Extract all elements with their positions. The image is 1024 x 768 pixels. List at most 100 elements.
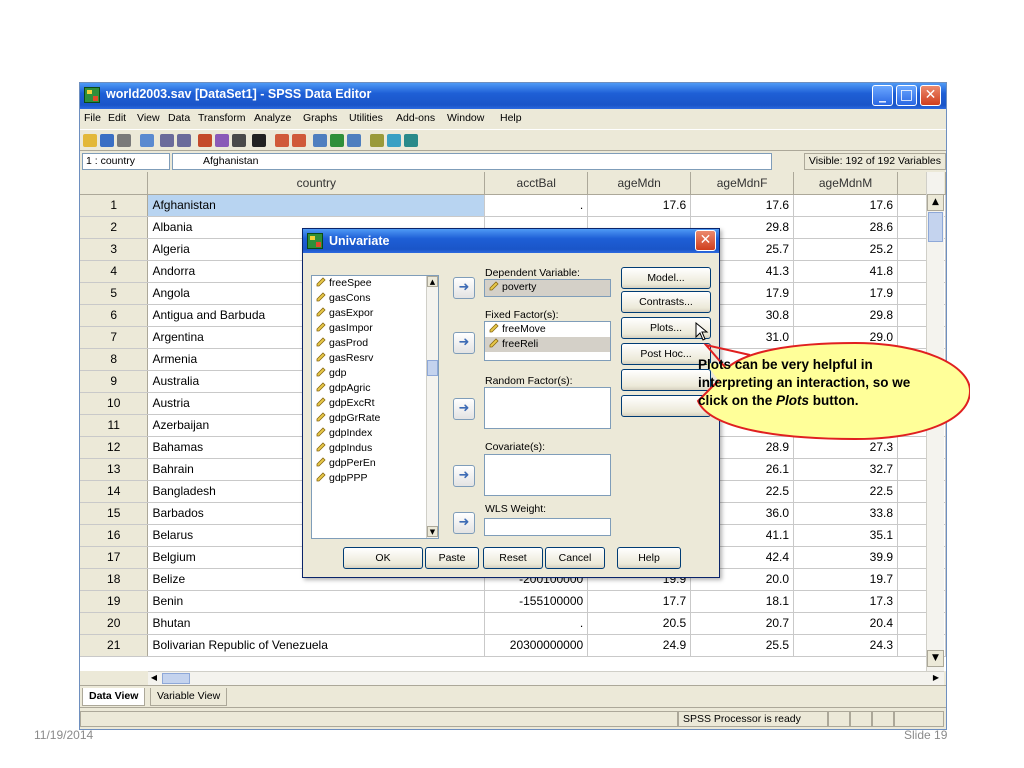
horizontal-scrollbar[interactable]: ◀ ▶ xyxy=(148,671,944,685)
variable-list-item[interactable]: gasExpor xyxy=(312,306,438,321)
cell-agemdnm[interactable]: 22.5 xyxy=(793,480,898,503)
column-header-agemdnm[interactable]: ageMdnM xyxy=(793,172,898,195)
cell-country[interactable]: Afghanistan xyxy=(147,194,486,217)
close-icon[interactable]: ✕ xyxy=(920,85,941,106)
maximize-icon[interactable]: □ xyxy=(896,85,917,106)
variable-list-item[interactable]: gasImpor xyxy=(312,321,438,336)
undo-icon[interactable] xyxy=(160,134,174,147)
variable-list-item[interactable]: gdpIndex xyxy=(312,426,438,441)
menu-data[interactable]: Data xyxy=(168,112,190,124)
cell-agemdnm[interactable]: 39.9 xyxy=(793,546,898,569)
move-to-fixed-icon[interactable]: ➜ xyxy=(453,332,475,354)
use-sets-icon[interactable] xyxy=(387,134,401,147)
goto-case-icon[interactable] xyxy=(198,134,212,147)
scroll-down-icon[interactable]: ▼ xyxy=(927,650,944,667)
cell-agemdnm[interactable]: 33.8 xyxy=(793,502,898,525)
table-row[interactable]: 21 Bolivarian Republic of Venezuela 203000… xyxy=(80,634,946,657)
cell-country[interactable]: Benin xyxy=(147,590,486,613)
cell-agemdnm[interactable]: 19.7 xyxy=(793,568,898,591)
cell-country[interactable]: Bhutan xyxy=(147,612,486,635)
variable-list-scrollbar[interactable]: ▲ ▼ xyxy=(426,276,438,538)
select-cases-icon[interactable] xyxy=(347,134,361,147)
value-labels-icon[interactable] xyxy=(370,134,384,147)
variable-list-item[interactable]: gdpPerEn xyxy=(312,456,438,471)
scroll-up-icon[interactable]: ▲ xyxy=(927,194,944,211)
find-icon[interactable] xyxy=(252,134,266,147)
insert-variable-icon[interactable] xyxy=(292,134,306,147)
list-scroll-down-icon[interactable]: ▼ xyxy=(427,526,438,537)
cell-agemdnm[interactable]: 29.8 xyxy=(793,304,898,327)
ok-button[interactable]: OK xyxy=(343,547,423,569)
move-to-wls-icon[interactable]: ➜ xyxy=(453,512,475,534)
cell-value-field[interactable]: Afghanistan xyxy=(172,153,772,170)
scroll-left-icon[interactable]: ◀ xyxy=(148,672,160,684)
cell-acctbal[interactable]: 20300000000 xyxy=(484,634,589,657)
cell-agemdnm[interactable]: 17.3 xyxy=(793,590,898,613)
tab-data-view[interactable]: Data View xyxy=(82,688,146,706)
move-to-covariate-icon[interactable]: ➜ xyxy=(453,465,475,487)
menu-view[interactable]: View xyxy=(137,112,160,124)
menu-edit[interactable]: Edit xyxy=(108,112,126,124)
variable-list-item[interactable]: gdp xyxy=(312,366,438,381)
split-file-icon[interactable] xyxy=(313,134,327,147)
table-row[interactable]: 19 Benin -155100000 17.7 18.1 17.3 xyxy=(80,590,946,613)
model-button[interactable]: Model... xyxy=(621,267,711,289)
fixed-factor-item[interactable]: freeReli xyxy=(485,337,610,352)
dialog-close-icon[interactable]: ✕ xyxy=(695,230,716,251)
variable-list-item[interactable]: gasResrv xyxy=(312,351,438,366)
hscroll-thumb[interactable] xyxy=(162,673,190,684)
move-to-random-icon[interactable]: ➜ xyxy=(453,398,475,420)
window-titlebar[interactable]: world2003.sav [DataSet1] - SPSS Data Edi… xyxy=(80,83,946,109)
scroll-thumb[interactable] xyxy=(928,212,943,242)
insert-cases-icon[interactable] xyxy=(275,134,289,147)
list-scroll-up-icon[interactable]: ▲ xyxy=(427,276,438,287)
cell-agemdnf[interactable]: 17.6 xyxy=(690,194,795,217)
fixed-factor-item[interactable]: freeMove xyxy=(485,322,610,337)
table-row[interactable]: 20 Bhutan. 20.5 20.7 20.4 xyxy=(80,612,946,635)
list-scroll-thumb[interactable] xyxy=(427,360,438,376)
cell-agemdnm[interactable]: 28.6 xyxy=(793,216,898,239)
cell-agemdnm[interactable]: 35.1 xyxy=(793,524,898,547)
menu-window[interactable]: Window xyxy=(447,112,484,124)
scroll-right-icon[interactable]: ▶ xyxy=(930,672,942,684)
menu-help[interactable]: Help xyxy=(500,112,522,124)
menu-file[interactable]: File xyxy=(84,112,101,124)
table-row[interactable]: 1 Afghanistan. 17.6 17.6 17.6 xyxy=(80,194,946,217)
cell-agemdnm[interactable]: 24.3 xyxy=(793,634,898,657)
variable-list-item[interactable]: gdpAgric xyxy=(312,381,438,396)
minimize-icon[interactable]: _ xyxy=(872,85,893,106)
fixed-factors-list[interactable]: freeMove freeReli xyxy=(484,321,611,361)
tab-variable-view[interactable]: Variable View xyxy=(150,688,228,706)
cell-acctbal[interactable]: . xyxy=(484,194,589,217)
column-header-agemdn[interactable]: ageMdn xyxy=(587,172,692,195)
menu-graphs[interactable]: Graphs xyxy=(303,112,337,124)
variable-list-item[interactable]: gdpPPP xyxy=(312,471,438,486)
reset-button[interactable]: Reset xyxy=(483,547,543,569)
variables-icon[interactable] xyxy=(232,134,246,147)
save-icon[interactable] xyxy=(100,134,114,147)
dialog-titlebar[interactable]: Univariate ✕ xyxy=(303,229,719,253)
variable-list-item[interactable]: gdpIndus xyxy=(312,441,438,456)
move-to-dependent-icon[interactable]: ➜ xyxy=(453,277,475,299)
covariates-list[interactable] xyxy=(484,454,611,496)
variable-list-item[interactable]: gasCons xyxy=(312,291,438,306)
cell-acctbal[interactable]: . xyxy=(484,612,589,635)
random-factors-list[interactable] xyxy=(484,387,611,429)
variable-list-item[interactable]: gasProd xyxy=(312,336,438,351)
cell-agemdn[interactable]: 17.6 xyxy=(587,194,692,217)
column-header-country[interactable]: country xyxy=(147,172,486,195)
cell-agemdnf[interactable]: 20.7 xyxy=(690,612,795,635)
menu-transform[interactable]: Transform xyxy=(198,112,245,124)
menu-utilities[interactable]: Utilities xyxy=(349,112,383,124)
weight-cases-icon[interactable] xyxy=(330,134,344,147)
cell-agemdnf[interactable]: 25.5 xyxy=(690,634,795,657)
column-header-acctbal[interactable]: acctBal xyxy=(484,172,589,195)
redo-icon[interactable] xyxy=(177,134,191,147)
print-icon[interactable] xyxy=(117,134,131,147)
cell-agemdn[interactable]: 17.7 xyxy=(587,590,692,613)
cell-agemdnm[interactable]: 17.6 xyxy=(793,194,898,217)
show-all-variables-icon[interactable] xyxy=(404,134,418,147)
cell-agemdnm[interactable]: 32.7 xyxy=(793,458,898,481)
cell-agemdnm[interactable]: 41.8 xyxy=(793,260,898,283)
goto-variable-icon[interactable] xyxy=(215,134,229,147)
